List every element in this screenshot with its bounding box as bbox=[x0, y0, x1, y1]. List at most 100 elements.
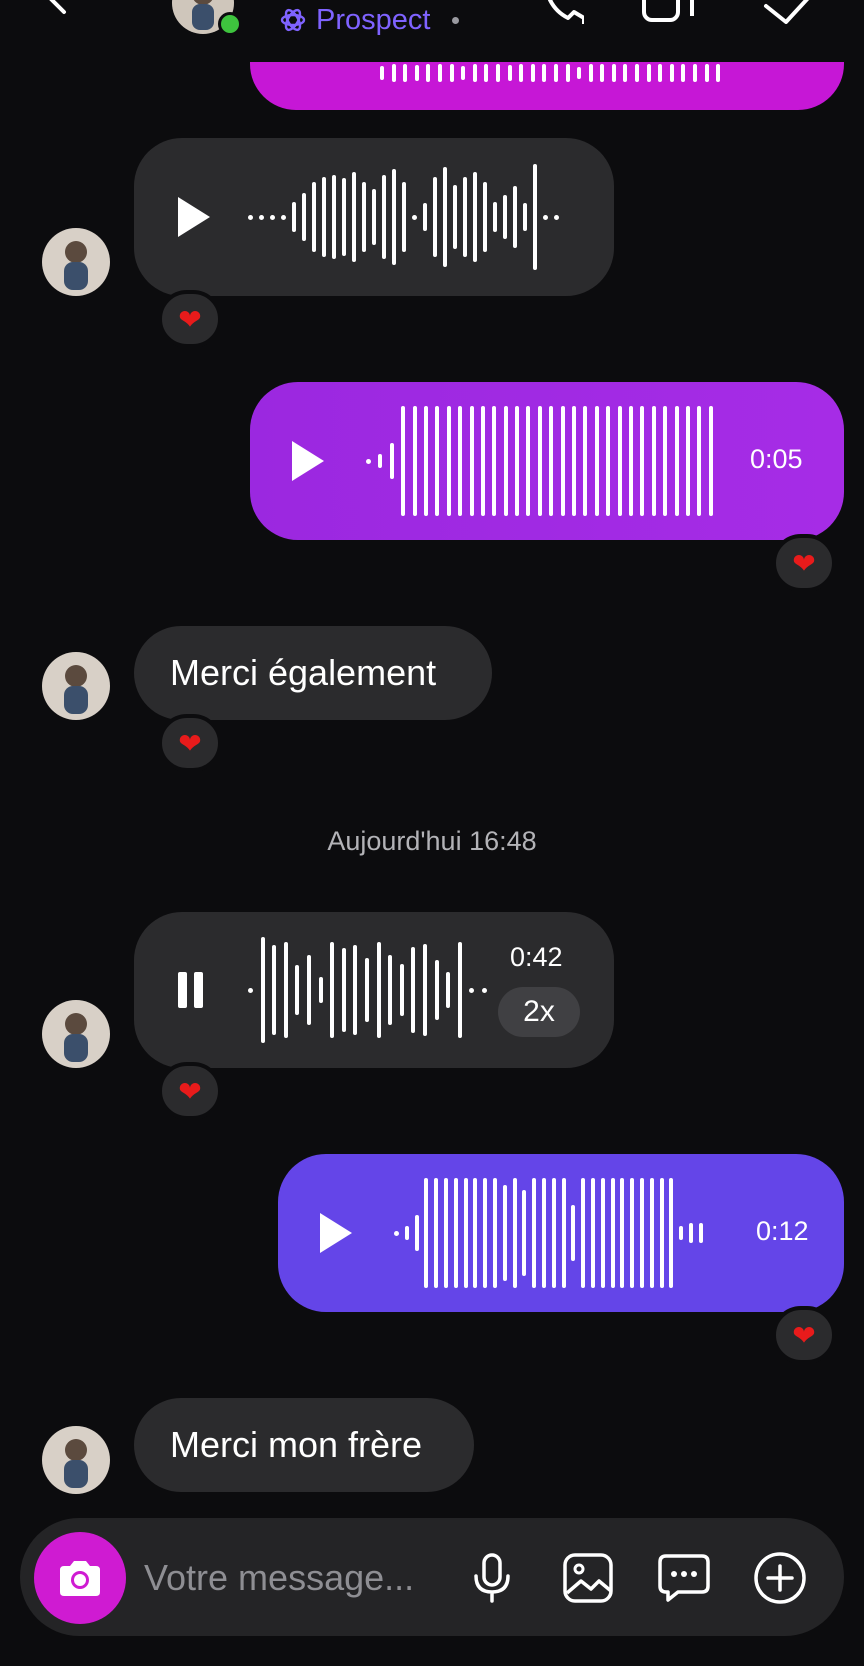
received-voice-message[interactable] bbox=[134, 138, 614, 296]
waveform-bar bbox=[651, 406, 656, 516]
waveform-bar bbox=[659, 1178, 664, 1288]
chat-bubble-icon bbox=[658, 1554, 710, 1602]
waveform-bar bbox=[312, 182, 316, 252]
heart-reaction[interactable]: ❤ bbox=[158, 1062, 222, 1120]
waveform-bar bbox=[433, 177, 437, 257]
waveform[interactable] bbox=[394, 1154, 709, 1312]
waveform-bar bbox=[716, 64, 721, 82]
voice-duration: 0:42 bbox=[510, 942, 563, 972]
heart-reaction[interactable]: ❤ bbox=[158, 714, 222, 772]
waveform-bar bbox=[426, 64, 431, 82]
waveform-bar bbox=[469, 987, 475, 993]
waveform-bar bbox=[446, 972, 451, 1008]
waveform-bar bbox=[523, 203, 527, 231]
waveform-bar bbox=[493, 202, 497, 232]
waveform-bar bbox=[594, 406, 599, 516]
video-icon[interactable] bbox=[640, 0, 694, 24]
waveform-bar bbox=[693, 64, 698, 82]
waveform-bar bbox=[669, 64, 674, 82]
image-icon bbox=[563, 1553, 613, 1603]
waveform-bar bbox=[302, 193, 306, 241]
message-text: Merci mon frère bbox=[170, 1424, 423, 1465]
waveform-bar bbox=[502, 1185, 507, 1281]
waveform-bar bbox=[443, 167, 447, 267]
more-actions-button[interactable] bbox=[750, 1548, 810, 1608]
waveform-bar bbox=[376, 942, 381, 1038]
avatar[interactable] bbox=[42, 1426, 110, 1494]
microphone-button[interactable] bbox=[462, 1548, 522, 1608]
tag-icon[interactable] bbox=[760, 0, 814, 24]
play-icon[interactable] bbox=[320, 1213, 352, 1253]
sticker-button[interactable] bbox=[654, 1548, 714, 1608]
waveform-bar bbox=[606, 406, 611, 516]
waveform-bar bbox=[411, 947, 416, 1033]
waveform-bar bbox=[685, 406, 690, 516]
heart-reaction[interactable]: ❤ bbox=[772, 534, 836, 592]
waveform-bar bbox=[513, 186, 517, 248]
pause-icon[interactable] bbox=[178, 972, 203, 1008]
sent-voice-message-partial[interactable] bbox=[250, 62, 844, 110]
contact-status-text: Prospect bbox=[316, 3, 431, 36]
waveform-bar bbox=[388, 955, 393, 1025]
phone-icon[interactable] bbox=[530, 0, 584, 24]
waveform-bar bbox=[391, 64, 396, 82]
waveform-bar bbox=[543, 214, 548, 220]
waveform-bar bbox=[259, 214, 264, 220]
waveform-bar bbox=[526, 406, 531, 516]
plus-circle-icon bbox=[754, 1552, 806, 1604]
play-icon[interactable] bbox=[292, 441, 324, 481]
avatar[interactable] bbox=[42, 1000, 110, 1068]
waveform-bar bbox=[473, 172, 477, 262]
waveform-bar bbox=[503, 406, 508, 516]
waveform-bar bbox=[537, 406, 542, 516]
waveform-bar bbox=[472, 64, 477, 82]
contact-label[interactable]: Prospect bbox=[280, 0, 430, 40]
waveform-bar bbox=[423, 203, 427, 231]
playback-speed-button[interactable]: 2x bbox=[498, 987, 580, 1037]
heart-icon: ❤ bbox=[178, 727, 202, 759]
waveform-bar bbox=[404, 1226, 409, 1240]
waveform-bar bbox=[283, 942, 288, 1038]
heart-reaction[interactable]: ❤ bbox=[772, 1306, 836, 1364]
waveform-bar bbox=[492, 1178, 497, 1288]
play-icon[interactable] bbox=[178, 197, 210, 237]
waveform-bar bbox=[392, 169, 396, 265]
waveform-bar bbox=[515, 406, 520, 516]
waveform-bar bbox=[628, 406, 633, 516]
waveform[interactable] bbox=[248, 138, 565, 296]
waveform-bar bbox=[697, 406, 702, 516]
waveform-bar bbox=[492, 406, 497, 516]
waveform-bar bbox=[412, 214, 417, 220]
waveform-bar bbox=[443, 1178, 448, 1288]
waveform-bar bbox=[382, 175, 386, 259]
received-text-message[interactable]: Merci mon frère bbox=[134, 1398, 474, 1492]
message-text: Merci également bbox=[170, 652, 437, 693]
waveform-bar bbox=[620, 1178, 625, 1288]
waveform-bar bbox=[519, 64, 524, 82]
waveform-bar bbox=[532, 1178, 537, 1288]
heart-reaction[interactable]: ❤ bbox=[158, 290, 222, 348]
gallery-button[interactable] bbox=[558, 1548, 618, 1608]
waveform-bar bbox=[663, 406, 668, 516]
waveform[interactable] bbox=[366, 382, 720, 540]
avatar[interactable] bbox=[42, 652, 110, 720]
waveform-bar bbox=[679, 1226, 684, 1240]
waveform-bar bbox=[318, 977, 323, 1003]
received-text-message[interactable]: Merci également bbox=[134, 626, 492, 720]
waveform-bar bbox=[571, 1205, 576, 1261]
waveform-bar bbox=[389, 443, 394, 479]
waveform-bar bbox=[473, 1178, 478, 1288]
sent-voice-message[interactable]: 0:12 bbox=[278, 1154, 844, 1312]
waveform-bar bbox=[553, 64, 558, 82]
message-input[interactable] bbox=[144, 1548, 444, 1608]
waveform-bar bbox=[248, 987, 253, 993]
camera-button[interactable] bbox=[34, 1532, 126, 1624]
avatar[interactable] bbox=[42, 228, 110, 296]
waveform-bar bbox=[270, 214, 275, 220]
waveform[interactable] bbox=[248, 912, 494, 1068]
waveform-bar bbox=[698, 1223, 703, 1243]
waveform-bar bbox=[512, 1178, 517, 1288]
back-arrow-icon[interactable] bbox=[40, 0, 94, 18]
sent-voice-message[interactable]: 0:05 bbox=[250, 382, 844, 540]
waveform-bar bbox=[600, 64, 605, 82]
